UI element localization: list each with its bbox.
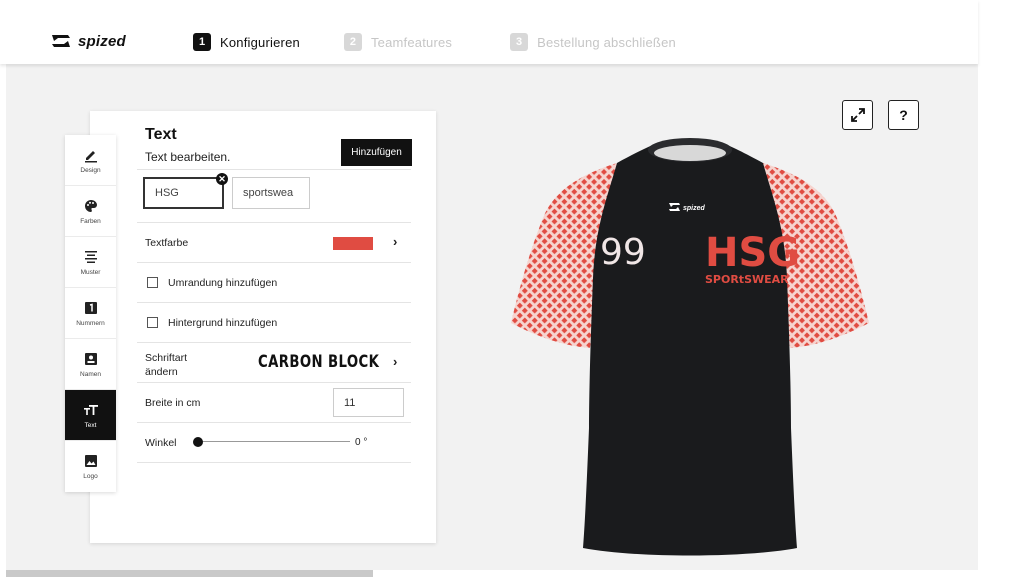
nav-label: Logo [83,473,98,480]
divider [137,382,411,383]
nav-label: Text [84,421,97,429]
help-button[interactable]: ? [888,100,919,130]
angle-slider-handle[interactable] [193,437,203,447]
number-icon [83,300,99,316]
divider [137,462,411,463]
step-number: 2 [343,33,362,51]
name-badge-icon [83,351,99,367]
pattern-icon [83,249,99,265]
chip-label: sportswea [243,187,294,199]
angle-value: 0 ° [355,437,368,448]
divider [137,222,411,223]
top-header: spized 1 Konfigurieren 2 Teamfeatures 3 … [0,0,978,64]
width-input[interactable] [333,388,404,417]
editor-sidenav: Design Farben Muster Nummern Namen Text … [65,135,116,492]
text-color-swatch[interactable] [333,237,373,250]
jersey-preview[interactable]: spized 99 HSG SPORtSWEAR [505,128,875,558]
text-icon [83,402,99,418]
text-color-label: Textfarbe [145,237,189,249]
font-label-line1: Schriftart [145,352,188,364]
text-chip-hsg[interactable]: HSG ✕ [143,173,228,209]
nav-label: Namen [80,370,101,378]
text-edit-panel: Text Text bearbeiten. Hinzufügen HSG ✕ s… [90,111,436,543]
fullscreen-button[interactable] [842,100,873,130]
nav-label: Nummern [76,319,105,327]
width-label: Breite in cm [145,397,201,409]
jersey-sub-text: SPORtSWEAR [705,273,789,286]
outline-label: Umrandung hinzufügen [168,277,278,289]
pencil-icon [83,147,99,163]
step-checkout[interactable]: 3 Bestellung abschließen [510,33,676,51]
nav-design[interactable]: Design [65,135,116,186]
nav-numbers[interactable]: Nummern [65,288,116,339]
divider [137,262,411,263]
palette-icon [83,198,99,214]
divider [137,302,411,303]
step-teamfeatures[interactable]: 2 Teamfeatures [343,33,453,51]
spized-logo-icon [52,35,70,47]
divider [137,169,411,170]
nav-pattern[interactable]: Muster [65,237,116,288]
panel-subtitle: Text bearbeiten. [145,150,231,164]
chevron-right-icon[interactable]: › [393,354,397,369]
divider [137,422,411,423]
nav-label: Design [80,166,101,174]
progress-steps: 1 Konfigurieren 2 Teamfeatures 3 Bestell… [193,33,676,51]
step-configure[interactable]: 1 Konfigurieren [193,33,300,51]
chevron-right-icon[interactable]: › [393,234,397,249]
step-number: 1 [193,33,211,51]
jersey-number: 99 [600,232,646,273]
image-icon [83,453,99,469]
configurator-page: spized 1 Konfigurieren 2 Teamfeatures 3 … [0,0,1024,577]
step-label: Teamfeatures [370,34,453,50]
chip-label: HSG [155,187,179,199]
nav-label: Muster [80,268,101,276]
outline-checkbox[interactable] [147,277,158,288]
bottom-scroll-strip [6,570,373,577]
jersey-main-text: HSG [705,230,800,276]
font-label: Schriftart ändern [145,351,187,379]
text-chip-sportswear[interactable]: sportswea [232,177,310,209]
nav-label: Farben [80,217,101,225]
nav-names[interactable]: Namen [65,339,116,390]
step-number: 3 [510,33,529,51]
add-text-button[interactable]: Hinzufügen [341,139,412,166]
step-label: Konfigurieren [220,34,300,50]
background-checkbox[interactable] [147,317,158,328]
angle-slider-track[interactable] [198,441,350,442]
nav-colors[interactable]: Farben [65,186,116,237]
jersey-brand: spized [683,205,706,212]
brand-logo[interactable]: spized [50,30,126,52]
brand-name: spized [78,32,126,50]
collar-inner [654,145,726,161]
nav-logo[interactable]: Logo [65,441,116,492]
angle-label: Winkel [145,437,177,449]
divider [137,342,411,343]
step-label: Bestellung abschließen [537,34,676,50]
font-preview[interactable]: CARBON BLOCK [258,352,379,372]
close-icon[interactable]: ✕ [216,173,228,185]
background-label: Hintergrund hinzufügen [168,317,278,329]
panel-title: Text [145,126,177,143]
expand-icon [850,108,865,122]
nav-text[interactable]: Text [65,390,116,441]
font-label-line2: ändern [145,366,178,378]
